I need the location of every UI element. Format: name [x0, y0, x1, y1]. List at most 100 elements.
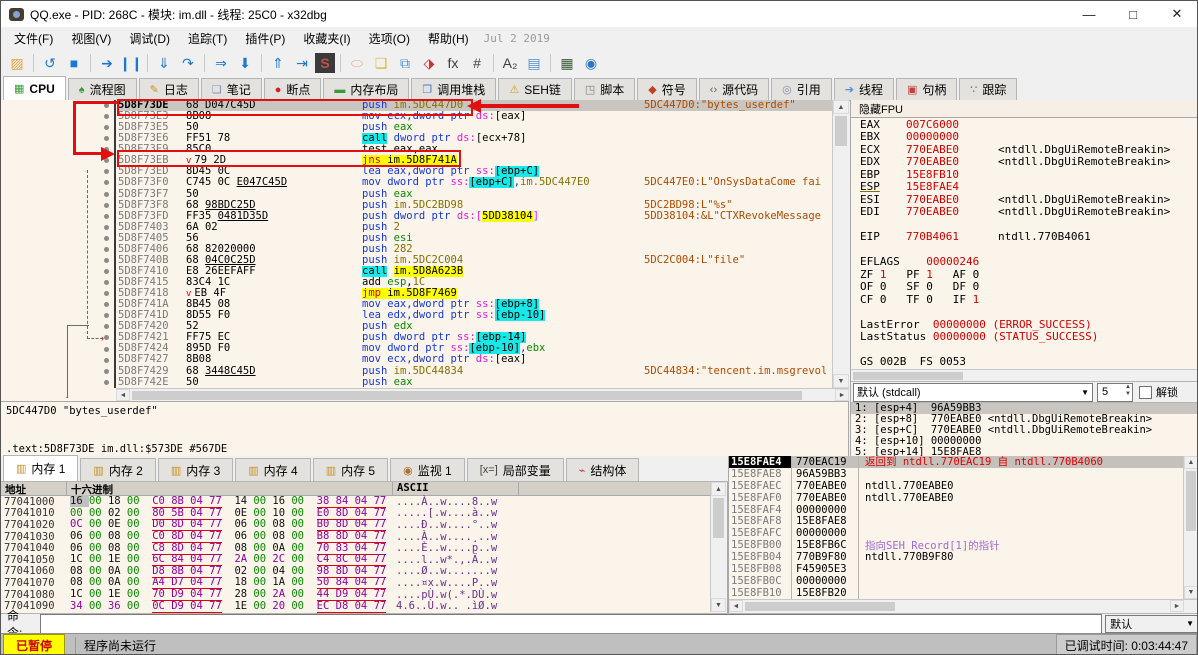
stack-row[interactable]: 15E8FAFC 00000000	[729, 527, 1197, 540]
stack-panel[interactable]: 15E8FAE4 770EAC19 返回到 ntdll.770EAC19 自 ntd…	[728, 455, 1197, 613]
tab-内存布局[interactable]: ▬ 内存布局	[323, 78, 410, 100]
tab-内存 2[interactable]: ▥ 内存 2	[80, 458, 156, 481]
stack-row[interactable]: 15E8FAF8 15E8FAE8	[729, 515, 1197, 528]
open-file-icon[interactable]: ▨	[6, 52, 28, 74]
minimize-button[interactable]: —	[1067, 2, 1111, 27]
register-row[interactable]: GS 002B FS 0053	[851, 355, 1197, 368]
stack-row[interactable]: 15E8FB00 15E8FB6C 指向SEH_Record[1]的指针	[729, 539, 1197, 552]
register-row[interactable]: LastStatus 00000000 (STATUS_SUCCESS)	[851, 330, 1197, 343]
disassembly-panel[interactable]: 5D8F73DE 68 D047C45D push im.5DC447D0 5DC44…	[1, 100, 849, 402]
register-row[interactable]: ZF 1 PF 1 AF 0	[851, 268, 1197, 281]
memory-row[interactable]: 77041050 1C 00 1E 00 6C 84 04 77 2A 00 2C…	[1, 553, 727, 567]
tab-源代码[interactable]: ‹› 源代码	[698, 78, 770, 100]
breakpoint-dot[interactable]	[104, 125, 109, 131]
register-row[interactable]: ECX 770EABE0 <ntdll.DbgUiRemoteBreakin>	[851, 143, 1197, 156]
step-into-icon[interactable]: ⇓	[153, 52, 175, 74]
memory-row[interactable]: 77041030 06 00 08 00 C0 8D 04 77 06 00 08…	[1, 530, 727, 544]
run-to-user-code-icon[interactable]: ⇥	[291, 52, 313, 74]
memory-row[interactable]: 77041080 1C 00 1E 00 70 D9 04 77 28 00 2A…	[1, 588, 727, 602]
tab-线程[interactable]: ➔ 线程	[833, 78, 894, 100]
memory-row[interactable]: 77041000 16 00 18 00 C0 8B 04 77 14 00 16…	[1, 495, 727, 509]
breakpoint-dot[interactable]	[104, 280, 109, 286]
breakpoint-dot[interactable]	[104, 346, 109, 352]
memory-row[interactable]: 77041060 08 00 0A 00 D8 8B 04 77 02 00 04…	[1, 565, 727, 578]
patch-icon[interactable]: ⬭	[346, 52, 368, 74]
tab-局部变量[interactable]: [x=] 局部变量	[466, 458, 564, 481]
breakpoint-dot[interactable]	[104, 103, 109, 108]
stack-row[interactable]: 15E8FB08 F45905E3	[729, 562, 1197, 575]
tab-内存 4[interactable]: ▥ 内存 4	[235, 458, 311, 481]
breakpoint-dot[interactable]	[104, 136, 109, 142]
label-icon[interactable]: ⧉	[394, 52, 416, 74]
stack-row[interactable]: 15E8FB0C 00000000	[729, 574, 1197, 587]
unlock-checkbox[interactable]: 解锁	[1139, 384, 1178, 400]
run-icon[interactable]: ➔	[96, 52, 118, 74]
stepper-arrows-icon[interactable]: ▲ ▼	[1125, 384, 1131, 398]
pause-icon[interactable]: ❙❙	[119, 52, 142, 74]
breakpoint-dot[interactable]	[104, 246, 109, 252]
run-to-cursor-icon[interactable]: ⇒	[210, 52, 232, 74]
breakpoint-dot[interactable]	[104, 235, 109, 241]
breakpoint-dot[interactable]	[104, 114, 109, 120]
breakpoint-dot[interactable]	[104, 158, 109, 164]
register-row[interactable]	[851, 343, 1197, 356]
register-row[interactable]: ESI 770EABE0 <ntdll.DbgUiRemoteBreakin>	[851, 193, 1197, 206]
breakpoint-dot[interactable]	[104, 269, 109, 275]
disasm-row[interactable]: 5D8F73DE 68 D047C45D push im.5DC447D0 5DC44…	[118, 100, 832, 112]
tab-SEH链[interactable]: ⚠ SEH链	[498, 78, 572, 100]
tab-结构体[interactable]: ⌁ 结构体	[565, 458, 640, 481]
register-row[interactable]: EIP 770B4061 ntdll.770B4061	[851, 230, 1197, 243]
tab-断点[interactable]: ● 断点	[263, 78, 322, 100]
maximize-button[interactable]: □	[1111, 2, 1155, 27]
stack-row[interactable]: 15E8FAE8 96A59BB3	[729, 467, 1197, 480]
breakpoint-dot[interactable]	[104, 291, 109, 297]
register-row[interactable]: CF 0 TF 0 IF 1	[851, 293, 1197, 306]
tab-监视 1[interactable]: ◉ 监视 1	[390, 458, 465, 481]
breakpoint-dot[interactable]	[104, 302, 109, 308]
execute-till-return-icon[interactable]: ⇑	[267, 52, 289, 74]
call-arg-row[interactable]: 4: [esp+10] 00000000	[851, 435, 1197, 447]
disasm-row[interactable]: 5D8F73F0 C745 0C E047C45D mov dword ptr ss…	[118, 177, 832, 189]
breakpoint-dot[interactable]	[104, 379, 109, 385]
tab-跟踪[interactable]: ∵ 跟踪	[959, 78, 1018, 100]
breakpoint-dot[interactable]	[104, 191, 109, 197]
tab-日志[interactable]: ✎ 日志	[138, 78, 199, 100]
tab-内存 1[interactable]: ▥ 内存 1	[3, 455, 79, 481]
breakpoint-dot[interactable]	[104, 257, 109, 263]
memory-row[interactable]: 77041040 06 00 08 00 C8 8D 04 77 08 00 0A…	[1, 542, 727, 555]
tab-笔记[interactable]: ❏ 笔记	[200, 78, 262, 100]
step-over-icon[interactable]: ↷	[177, 52, 199, 74]
disasm-row[interactable]: 5D8F741D 8D55 F0 lea edx,dword ptr ss:[ebp…	[118, 310, 832, 322]
disasm-hscrollbar[interactable]: ◄ ►	[116, 388, 849, 402]
breakpoint-dot[interactable]	[104, 213, 109, 219]
tab-内存 3[interactable]: ▥ 内存 3	[157, 458, 234, 481]
disasm-row[interactable]: 5D8F73E3 8B08 mov ecx,dword ptr ds:[eax]	[118, 111, 832, 122]
notes-icon[interactable]: ▤	[523, 52, 545, 74]
stack-hscrollbar[interactable]: ◄ ►	[729, 599, 1197, 613]
register-row[interactable]	[851, 306, 1197, 319]
breakpoint-dot[interactable]	[104, 147, 109, 153]
tab-句柄[interactable]: ▣ 句柄	[895, 78, 958, 100]
register-list[interactable]: EAX 007C6000 EBX 00000000 ECX 770EABE0 <ntdll.…	[851, 118, 1197, 368]
breakpoint-dot[interactable]	[104, 335, 109, 341]
tab-流程图[interactable]: ♠ 流程图	[67, 78, 137, 100]
memory-row[interactable]: 77041010 00 00 02 00 80 5B 04 77 0E 00 10…	[1, 507, 727, 520]
bookmark-icon[interactable]: ⬗	[418, 52, 440, 74]
comment-icon[interactable]: ❏	[370, 52, 392, 74]
stack-row[interactable]: 15E8FB10 15E8FB20	[729, 586, 1197, 599]
register-row[interactable]: EBX 00000000	[851, 130, 1197, 143]
step-out-icon[interactable]: ⬇	[234, 52, 256, 74]
memory-row[interactable]: 77041070 08 00 0A 00 A4 D7 04 77 18 00 1A…	[1, 576, 727, 590]
hide-fpu-button[interactable]: 隐藏FPU	[851, 100, 1197, 118]
menu-item-7[interactable]: 帮助(H)	[419, 28, 478, 49]
function-icon[interactable]: fx	[442, 52, 464, 74]
font-icon[interactable]: A₂	[499, 52, 521, 74]
breakpoint-dot[interactable]	[104, 202, 109, 208]
call-arguments-list[interactable]: 1: [esp+4] 96A59BB3 2: [esp+8] 770EABE0 <…	[851, 402, 1197, 458]
memory-row[interactable]: 77041090 34 00 36 00 0C D9 04 77 1E 00 20…	[1, 600, 727, 613]
disasm-row[interactable]: 5D8F7403 6A 02 push 2	[118, 221, 832, 233]
disasm-row[interactable]: 5D8F73FD FF35 0481D35D push dword ptr ds:[…	[118, 210, 832, 222]
tab-内存 5[interactable]: ▥ 内存 5	[312, 458, 389, 481]
menu-item-6[interactable]: 选项(O)	[360, 28, 419, 49]
tab-CPU[interactable]: ▦ CPU	[3, 76, 66, 100]
